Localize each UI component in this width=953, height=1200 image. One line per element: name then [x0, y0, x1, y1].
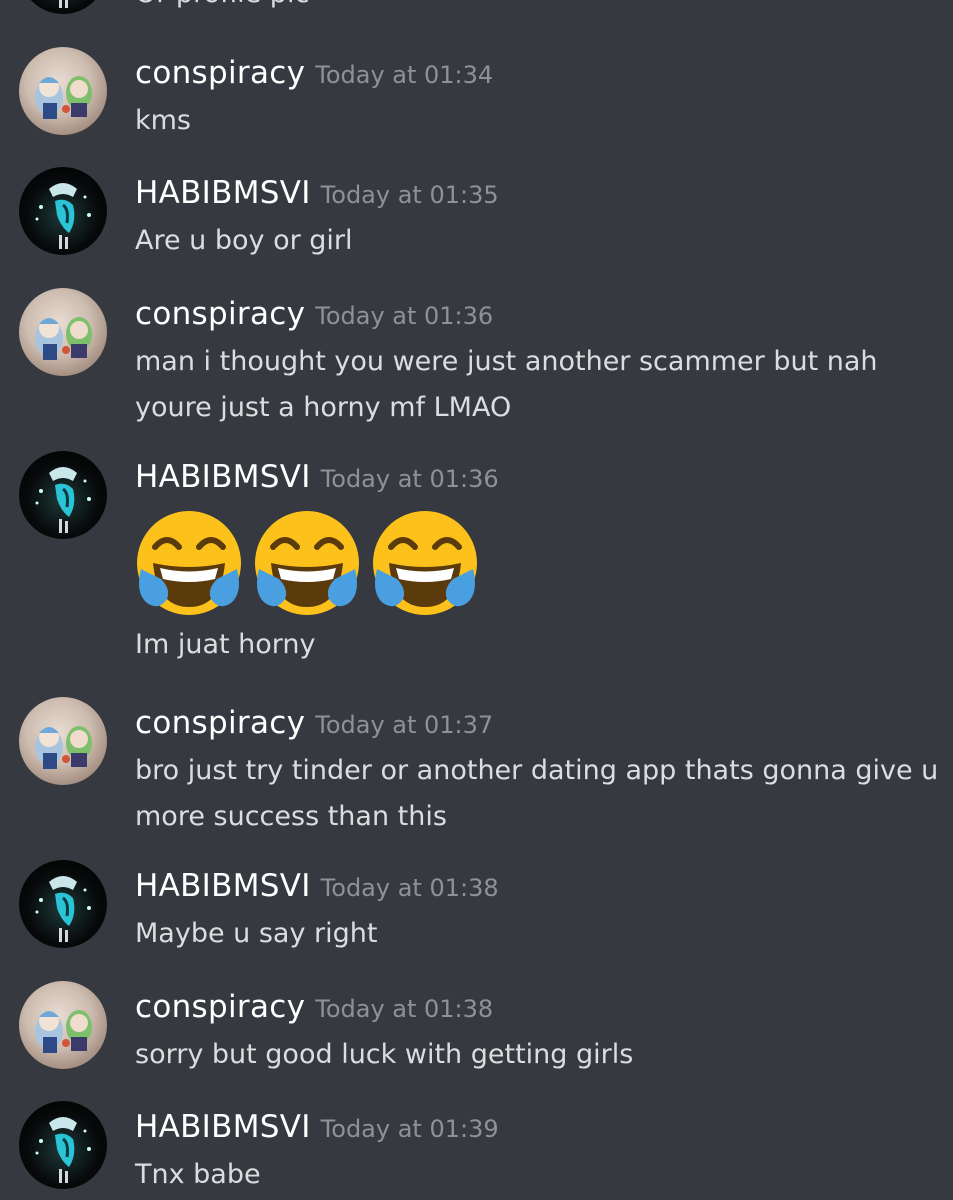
username[interactable]: conspiracy — [135, 296, 305, 332]
username[interactable]: conspiracy — [135, 989, 305, 1025]
message-header: conspiracy Today at 01:37 — [135, 705, 493, 741]
username[interactable]: HABIBMSVI — [135, 459, 311, 495]
timestamp: Today at 01:34 — [315, 61, 494, 89]
avatar-conspiracy[interactable] — [19, 981, 107, 1069]
message-header: HABIBMSVI Today at 01:38 — [135, 868, 499, 904]
timestamp: Today at 01:38 — [320, 874, 499, 902]
avatar-habibmsvi[interactable] — [19, 451, 107, 539]
partial-message-text: Or profile pic — [135, 0, 309, 9]
timestamp: Today at 01:36 — [315, 302, 494, 330]
avatar-conspiracy[interactable] — [19, 47, 107, 135]
message-text: Im juat horny — [135, 629, 316, 660]
message-text: Tnx babe — [135, 1159, 261, 1190]
avatar-habibmsvi[interactable] — [19, 1101, 107, 1189]
tears-of-joy-icon[interactable] — [251, 507, 363, 619]
message-text: Maybe u say right — [135, 918, 378, 949]
message-header: HABIBMSVI Today at 01:35 — [135, 175, 499, 211]
partial-avatar-habibmsvi[interactable] — [19, 0, 107, 14]
username[interactable]: HABIBMSVI — [135, 1109, 311, 1145]
timestamp: Today at 01:38 — [315, 995, 494, 1023]
avatar-habibmsvi[interactable] — [19, 860, 107, 948]
username[interactable]: conspiracy — [135, 55, 305, 91]
tears-of-joy-icon[interactable] — [369, 507, 481, 619]
timestamp: Today at 01:35 — [320, 181, 499, 209]
message-text: more success than this — [135, 801, 447, 832]
message-text: Are u boy or girl — [135, 225, 353, 256]
message-header: HABIBMSVI Today at 01:36 — [135, 459, 499, 495]
message-text: youre just a horny mf LMAO — [135, 392, 512, 423]
message-text: kms — [135, 105, 192, 136]
username[interactable]: HABIBMSVI — [135, 868, 311, 904]
message-text: bro just try tinder or another dating ap… — [135, 755, 939, 786]
timestamp: Today at 01:39 — [320, 1115, 499, 1143]
message-header: conspiracy Today at 01:34 — [135, 55, 493, 91]
emoji-row — [133, 507, 481, 619]
avatar-conspiracy[interactable] — [19, 697, 107, 785]
username[interactable]: conspiracy — [135, 705, 305, 741]
message-header: conspiracy Today at 01:36 — [135, 296, 493, 332]
timestamp: Today at 01:36 — [320, 465, 499, 493]
message-text: sorry but good luck with getting girls — [135, 1039, 634, 1070]
tears-of-joy-icon[interactable] — [133, 507, 245, 619]
avatar-conspiracy[interactable] — [19, 288, 107, 376]
message-header: HABIBMSVI Today at 01:39 — [135, 1109, 499, 1145]
avatar-habibmsvi[interactable] — [19, 167, 107, 255]
username[interactable]: HABIBMSVI — [135, 175, 311, 211]
message-header: conspiracy Today at 01:38 — [135, 989, 493, 1025]
timestamp: Today at 01:37 — [315, 711, 494, 739]
message-text: man i thought you were just another scam… — [135, 346, 878, 377]
